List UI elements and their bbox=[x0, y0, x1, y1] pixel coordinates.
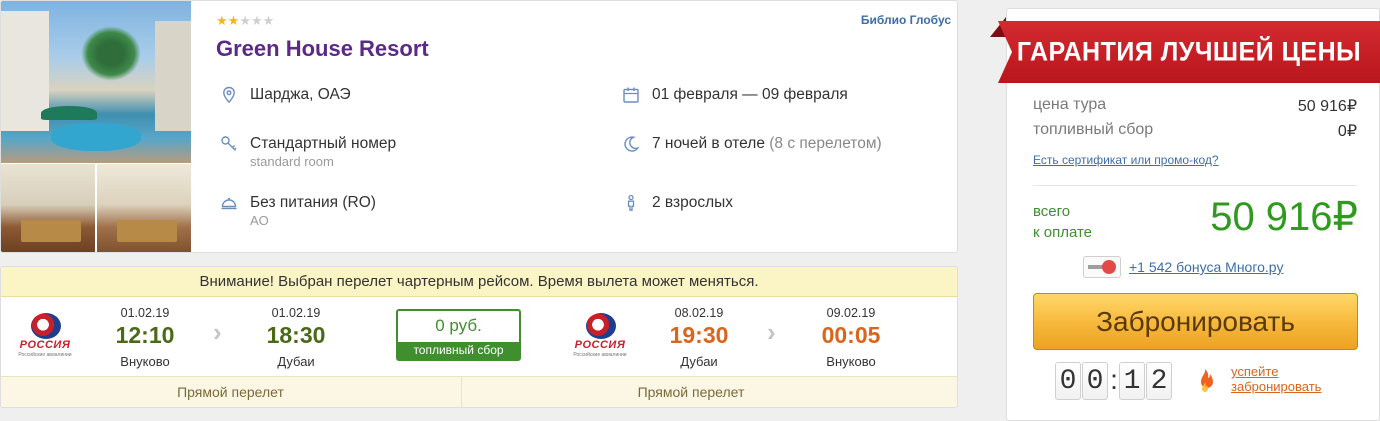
outbound-dep-date: 01.02.19 bbox=[120, 306, 170, 320]
bonus-row: +1 542 бонуса Много.ру bbox=[1083, 256, 1283, 278]
room-row: Стандартный номер standard room bbox=[220, 134, 396, 170]
total-price: 50 916₽ bbox=[1210, 195, 1358, 239]
timer-digit: 2 bbox=[1146, 362, 1172, 400]
outbound-arr-city: Дубаи bbox=[277, 354, 315, 369]
airline-tagline: Российские авиалинии bbox=[573, 352, 627, 358]
fuel-charge-badge: 0 руб. топливный сбор bbox=[396, 309, 521, 361]
star-empty-icon: ★ bbox=[250, 13, 263, 28]
fuel-price-label: топливный сбор bbox=[1033, 121, 1154, 138]
bonus-link[interactable]: +1 542 бонуса Много.ру bbox=[1129, 259, 1283, 275]
outbound-dep-time: 12:10 bbox=[115, 322, 175, 348]
key-icon bbox=[221, 136, 237, 151]
fuel-charge-label: топливный сбор bbox=[398, 342, 519, 359]
chevron-right-icon: › bbox=[213, 317, 222, 347]
hotel-location-row: Шарджа, ОАЭ bbox=[220, 85, 351, 105]
countdown-timer: 0 0 : 1 2 bbox=[1055, 362, 1173, 400]
photo-pool bbox=[51, 123, 141, 151]
tour-price-label: цена тура bbox=[1033, 96, 1107, 113]
guests-row: 2 взрослых bbox=[622, 193, 733, 213]
guests-count: 2 взрослых bbox=[652, 194, 734, 211]
photo-bed bbox=[21, 220, 81, 242]
return-dep-time: 19:30 bbox=[669, 322, 729, 348]
photo-building bbox=[155, 21, 191, 131]
timer-digit: 0 bbox=[1055, 362, 1081, 400]
airline-logo: РОССИЯ Российские авиалинии bbox=[564, 311, 636, 359]
airline-name: РОССИЯ bbox=[574, 339, 626, 351]
outbound-arr-date: 01.02.19 bbox=[271, 306, 321, 320]
return-arr-date: 09.02.19 bbox=[826, 306, 876, 320]
total-label-line-1: всего bbox=[1033, 203, 1071, 220]
food-cloche-icon bbox=[221, 197, 237, 210]
photo-umbrella bbox=[41, 106, 97, 120]
moon-icon bbox=[624, 136, 640, 152]
room-type: Стандартный номер bbox=[250, 135, 397, 152]
fuel-price-row: топливный сбор 0₽ bbox=[1033, 121, 1357, 141]
airline-logo: РОССИЯ Российские авиалинии bbox=[9, 311, 81, 359]
airline-tagline: Российские авиалинии bbox=[18, 352, 72, 358]
tour-dates-row: 01 февраля — 09 февраля bbox=[622, 85, 848, 105]
nights-with-flight: (8 с перелетом) bbox=[769, 135, 882, 152]
tour-price-row: цена тура 50 916₽ bbox=[1033, 96, 1357, 116]
fire-icon bbox=[1201, 369, 1213, 392]
flight-card: Внимание! Выбран перелет чартерным рейсо… bbox=[0, 266, 958, 408]
tour-dates: 01 февраля — 09 февраля bbox=[652, 86, 848, 103]
timer-colon: : bbox=[1110, 364, 1118, 395]
mnogo-ru-icon bbox=[1083, 256, 1121, 278]
return-arr-city: Внуково bbox=[826, 354, 876, 369]
hotel-name[interactable]: Green House Resort bbox=[216, 36, 429, 62]
chevron-right-icon: › bbox=[767, 317, 776, 347]
hotel-location: Шарджа, ОАЭ bbox=[250, 86, 351, 103]
tour-price-value: 50 916₽ bbox=[1297, 98, 1357, 115]
meal-row: Без питания (RO) AO bbox=[220, 193, 376, 229]
tour-operator: Библио Глобус bbox=[860, 13, 951, 27]
total-label-line-2: к оплате bbox=[1033, 224, 1093, 241]
outbound-arr-time: 18:30 bbox=[266, 322, 326, 348]
photo-bed bbox=[117, 220, 177, 242]
meal-plan: Без питания (RO) bbox=[250, 194, 376, 211]
timer-digit: 1 bbox=[1119, 362, 1145, 400]
location-pin-icon bbox=[223, 86, 235, 104]
star-empty-icon: ★ bbox=[239, 13, 251, 28]
meal-plan-code: AO bbox=[250, 213, 269, 228]
outbound-dep-city: Внуково bbox=[120, 354, 170, 369]
nights-row: 7 ночей в отеле (8 с перелетом) bbox=[622, 134, 882, 154]
airline-mark-icon bbox=[31, 313, 61, 339]
nights-count: 7 ночей в отеле bbox=[652, 135, 765, 152]
hurry-line-1: успейте bbox=[1231, 364, 1279, 379]
fuel-price-value: 0₽ bbox=[1337, 123, 1357, 140]
star-empty-icon: ★ bbox=[262, 13, 275, 28]
flight-type-row: Прямой перелет Прямой перелет bbox=[1, 376, 957, 407]
divider bbox=[1033, 185, 1357, 186]
airline-mark-icon bbox=[586, 313, 616, 339]
return-dep-city: Дубаи bbox=[680, 354, 718, 369]
best-price-text: ГАРАНТИЯ ЛУЧШЕЙ ЦЕНЫ bbox=[1016, 36, 1362, 67]
hurry-line-2: забронировать bbox=[1231, 379, 1322, 394]
return-flight-type: Прямой перелет bbox=[461, 377, 920, 407]
airline-name: РОССИЯ bbox=[19, 339, 71, 351]
person-icon bbox=[627, 194, 635, 211]
hotel-photo-room-1[interactable] bbox=[1, 164, 95, 252]
book-button[interactable]: Забронировать bbox=[1033, 293, 1358, 350]
best-price-banner: ГАРАНТИЯ ЛУЧШЕЙ ЦЕНЫ bbox=[990, 17, 1380, 89]
outbound-flight-type: Прямой перелет bbox=[177, 384, 284, 400]
hotel-card: ★★★★★ Green House Resort Библио Глобус Ш… bbox=[0, 0, 958, 253]
photo-palm bbox=[81, 26, 141, 81]
hotel-star-rating: ★★★★★ bbox=[216, 14, 274, 27]
return-dep-date: 08.02.19 bbox=[674, 306, 724, 320]
promo-code-link[interactable]: Есть сертификат или промо-код? bbox=[1033, 153, 1219, 167]
star-filled-icon: ★ bbox=[227, 13, 240, 28]
timer-digit: 0 bbox=[1082, 362, 1108, 400]
charter-notice: Внимание! Выбран перелет чартерным рейсо… bbox=[1, 267, 957, 297]
total-label: всего к оплате bbox=[1033, 201, 1092, 243]
hotel-photo-room-2[interactable] bbox=[97, 164, 191, 252]
hurry-book-link[interactable]: успейте забронировать bbox=[1231, 364, 1321, 394]
hotel-photo-main[interactable] bbox=[1, 1, 191, 163]
star-filled-icon: ★ bbox=[216, 13, 228, 28]
return-arr-time: 00:05 bbox=[821, 322, 881, 348]
calendar-icon bbox=[623, 87, 639, 103]
room-type-original: standard room bbox=[250, 154, 334, 169]
fuel-charge-price: 0 руб. bbox=[435, 316, 482, 335]
